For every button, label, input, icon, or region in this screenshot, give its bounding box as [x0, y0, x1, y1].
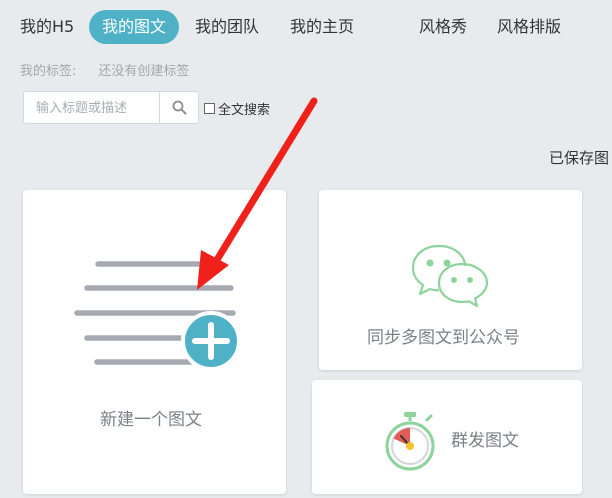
search-button[interactable] [159, 92, 198, 123]
mass-send-card[interactable]: 群发图文 [312, 380, 582, 494]
saved-articles-label: 已保存图 [549, 149, 610, 167]
nav-item-style-layout[interactable]: 风格排版 [497, 10, 561, 44]
nav-item-style-show[interactable]: 风格秀 [419, 10, 467, 44]
nav-item-my-articles[interactable]: 我的图文 [89, 10, 180, 44]
new-article-card[interactable]: 新建一个图文 [23, 190, 286, 494]
sync-to-wechat-card[interactable]: 同步多图文到公众号 [319, 190, 582, 370]
fulltext-search-toggle[interactable]: 全文搜索 [204, 99, 270, 118]
stopwatch-icon [385, 412, 435, 471]
nav-item-my-homepage[interactable]: 我的主页 [290, 10, 354, 44]
sync-to-wechat-label: 同步多图文到公众号 [367, 328, 520, 348]
wechat-icon [411, 244, 489, 308]
fulltext-checkbox[interactable] [204, 103, 215, 114]
top-nav: 我的H5 我的图文 我的团队 我的主页 风格秀 风格排版 [10, 10, 610, 44]
new-article-label: 新建一个图文 [100, 410, 202, 430]
tags-label: 我的标签: [20, 64, 77, 79]
nav-item-my-h5[interactable]: 我的H5 [20, 10, 74, 44]
nav-item-my-team[interactable]: 我的团队 [195, 10, 259, 44]
fulltext-label: 全文搜索 [218, 103, 271, 118]
search-icon [172, 100, 186, 115]
search-input[interactable] [24, 92, 174, 125]
tags-row: 我的标签: 还没有创建标签 [20, 60, 189, 79]
mass-send-label: 群发图文 [451, 431, 519, 451]
tags-empty-text: 还没有创建标签 [98, 64, 190, 79]
search-box [23, 91, 199, 125]
document-add-icon [74, 261, 241, 371]
